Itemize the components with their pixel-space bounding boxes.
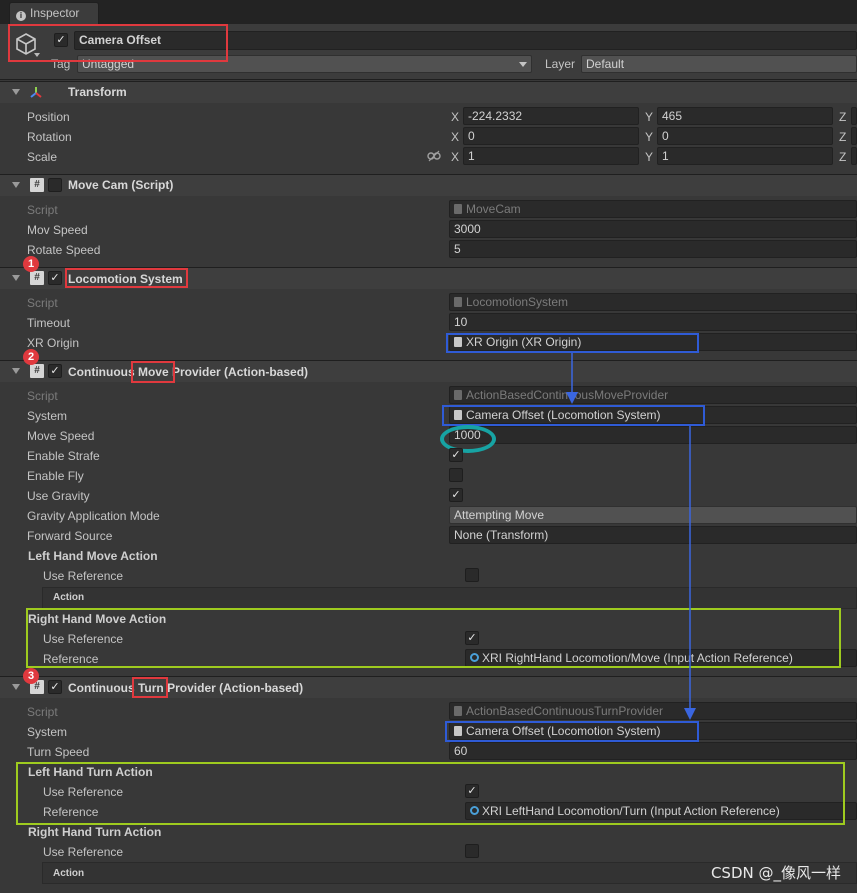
- annotation-arrows: [566, 353, 696, 720]
- watermark: CSDN @_像风一样: [710, 864, 841, 882]
